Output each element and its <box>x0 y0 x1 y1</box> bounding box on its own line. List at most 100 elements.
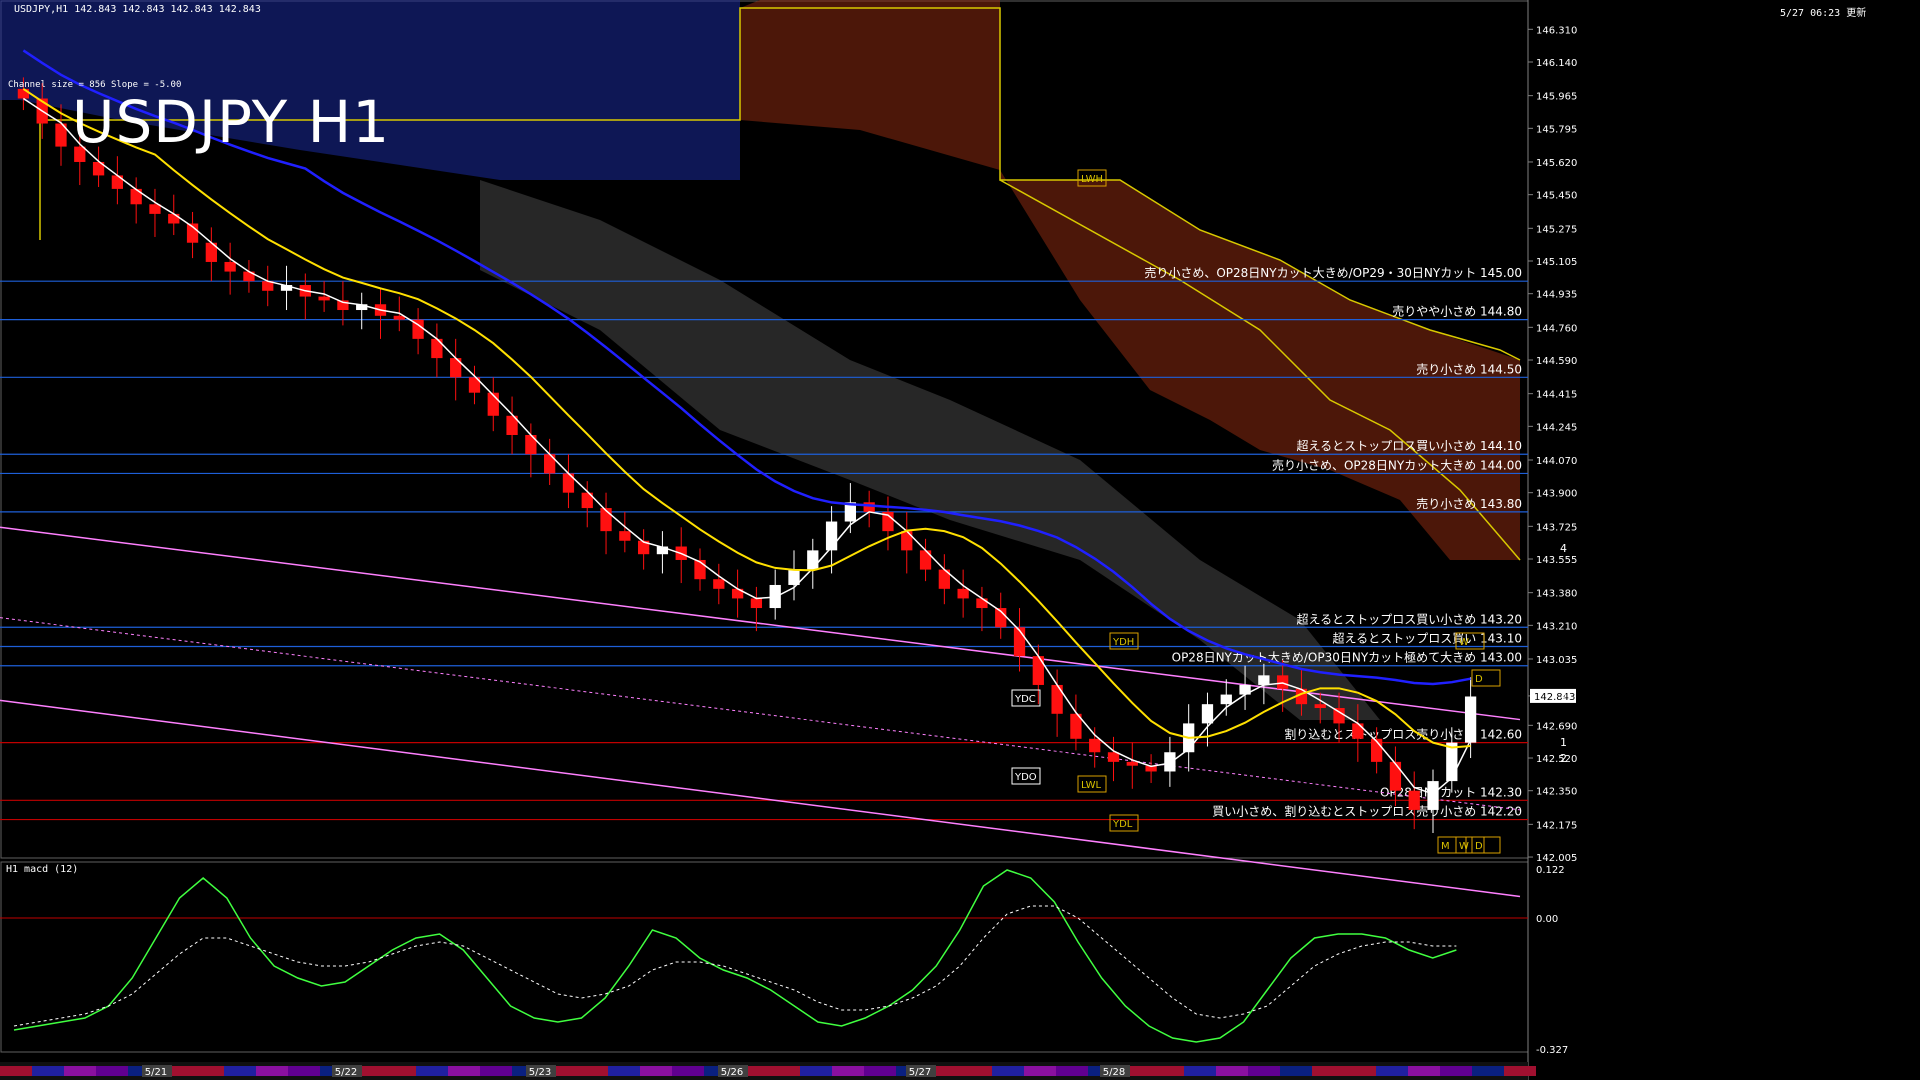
session-segment <box>1152 1066 1184 1076</box>
candle <box>374 288 387 339</box>
price-tick-label: 145.795 <box>1536 124 1577 135</box>
candle-body <box>149 204 161 214</box>
candle-body <box>168 213 180 224</box>
candle-body <box>1126 761 1138 766</box>
session-segment <box>960 1066 992 1076</box>
candle-body <box>619 531 631 541</box>
candle-body <box>544 454 556 474</box>
macd-tick-label: 0.122 <box>1536 865 1565 876</box>
level-label-10: OP28日NYカット 142.30 <box>1380 785 1522 799</box>
price-tick-label: 144.590 <box>1536 356 1577 367</box>
candle <box>168 194 180 236</box>
date-label: 5/22 <box>335 1067 357 1078</box>
session-segment <box>640 1066 672 1076</box>
price-chart[interactable]: 売り小さめ、OP28日NYカット大きめ/OP29・30日NYカット 145.00… <box>0 0 1920 1080</box>
session-segment <box>1056 1066 1088 1076</box>
marker-label: YDH <box>1112 637 1134 648</box>
candle-body <box>111 175 124 189</box>
level-label-6: 超えるとストップロス買い小さめ 143.20 <box>1297 611 1522 626</box>
marker-label: D <box>1475 674 1483 685</box>
candle-body <box>807 550 819 570</box>
candle <box>1427 769 1439 834</box>
candle-body <box>1389 761 1402 791</box>
candle <box>224 242 236 295</box>
candle <box>299 273 311 320</box>
date-label: 5/28 <box>1103 1067 1125 1078</box>
candle <box>1126 742 1138 789</box>
candle <box>731 569 744 618</box>
session-segment <box>96 1066 128 1076</box>
price-tick-label: 143.210 <box>1536 621 1577 632</box>
price-tick-label: 146.310 <box>1536 25 1577 36</box>
candle <box>450 338 462 401</box>
session-segment <box>768 1066 800 1076</box>
price-tick-label: 143.380 <box>1536 589 1577 600</box>
price-tick-label: 143.900 <box>1536 489 1577 500</box>
candle <box>431 323 443 378</box>
session-segment <box>1440 1066 1472 1076</box>
session-segment <box>608 1066 640 1076</box>
candle-body <box>1352 723 1364 739</box>
session-segment <box>256 1066 288 1076</box>
price-tick-label: 144.415 <box>1536 390 1577 401</box>
price-tick-label: 142.690 <box>1536 721 1577 732</box>
candle <box>1107 736 1120 782</box>
price-tick-label: 144.245 <box>1536 422 1577 433</box>
marker-label: YDO <box>1014 772 1037 783</box>
session-segment <box>1312 1066 1344 1076</box>
level-label-0: 売り小さめ、OP28日NYカット大きめ/OP29・30日NYカット 145.00 <box>1144 265 1522 280</box>
candle <box>957 569 969 618</box>
marker-label: LWH <box>1081 174 1103 185</box>
session-segment <box>864 1066 896 1076</box>
candle <box>882 496 894 551</box>
level-label-1: 売りやや小さめ 144.80 <box>1392 304 1522 319</box>
candle-body <box>1201 704 1214 724</box>
candle <box>262 265 274 307</box>
candle-body <box>1408 790 1420 810</box>
candle <box>1201 692 1214 747</box>
marker-label: W <box>1459 841 1469 852</box>
candle-body <box>1164 752 1176 772</box>
date-label: 5/27 <box>909 1067 931 1078</box>
level-label-11: 買い小さめ、割り込むとストップロス売り小さめ 142.20 <box>1212 804 1522 819</box>
session-segment <box>0 1066 32 1076</box>
macd-chart: 0.122 0.00 -0.327 <box>0 865 1568 1056</box>
candle <box>1408 771 1420 830</box>
price-tick-label: 144.760 <box>1536 323 1577 334</box>
candle <box>1013 608 1026 672</box>
price-tick-label: 142.005 <box>1536 853 1577 864</box>
level-label-8: OP28日NYカット大きめ/OP30日NYカット極めて大きめ 143.00 <box>1172 650 1522 665</box>
marker-label: YDC <box>1014 694 1036 705</box>
level-label-3: 超えるとストップロス買い小さめ 144.10 <box>1297 438 1522 453</box>
session-segment <box>672 1066 704 1076</box>
candle <box>506 396 518 455</box>
candle <box>186 211 199 259</box>
candle <box>694 548 706 591</box>
candle <box>713 563 725 605</box>
price-tick-label: 145.450 <box>1536 191 1577 202</box>
session-segment <box>1184 1066 1216 1076</box>
candle-body <box>1333 708 1345 724</box>
candle <box>1145 754 1157 784</box>
candle <box>562 454 575 509</box>
candle-body <box>224 261 236 272</box>
wave-label: 1 <box>1560 736 1567 749</box>
candle-body <box>713 579 725 589</box>
candle-body <box>1314 704 1326 709</box>
candle-body <box>431 338 443 359</box>
timestamp: 5/27 06:23 更新 <box>1780 8 1867 19</box>
price-tick-label: 146.140 <box>1536 58 1577 69</box>
candles <box>17 77 1477 834</box>
macd-tick-label: -0.327 <box>1536 1045 1568 1056</box>
candle <box>863 490 875 528</box>
candle <box>111 156 124 205</box>
level-label-5: 売り小さめ 143.80 <box>1416 496 1522 511</box>
candle <box>600 492 612 555</box>
macd-line <box>13 869 1457 1043</box>
session-segment <box>1504 1066 1536 1076</box>
level-label-4: 売り小さめ、OP28日NYカット大きめ 144.00 <box>1272 457 1522 472</box>
date-label: 5/26 <box>721 1067 743 1078</box>
price-axis: 146.310 146.140 145.965 145.795 145.620 145.4… <box>1528 25 1577 864</box>
candle-body <box>976 598 988 609</box>
price-tick-label: 145.275 <box>1536 224 1577 235</box>
